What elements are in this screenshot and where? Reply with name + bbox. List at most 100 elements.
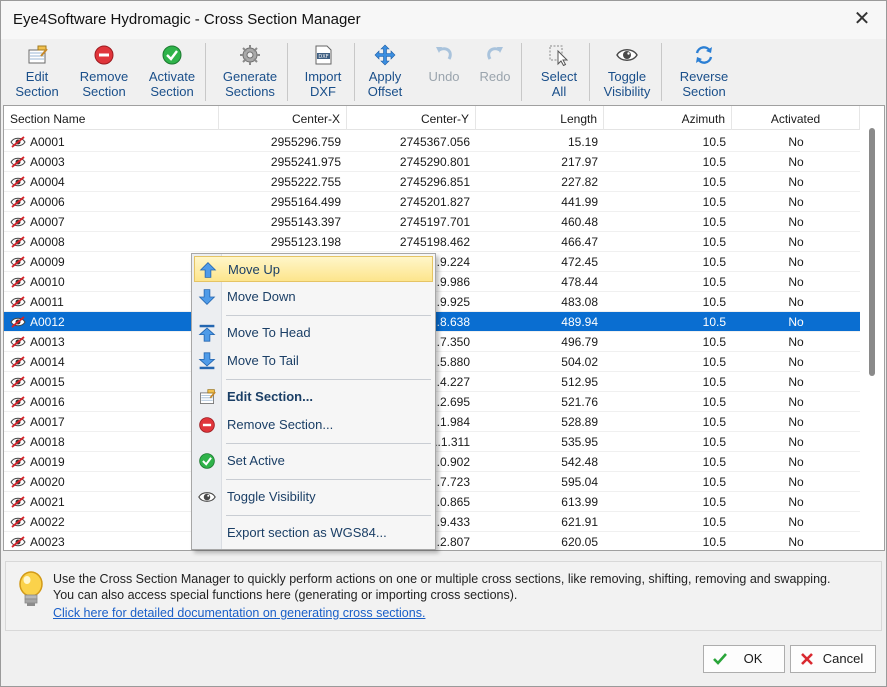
cell-azimuth: 10.5 (702, 195, 726, 209)
table-row[interactable]: A0001 2955296.759 2745367.056 15.19 10.5 No (4, 132, 860, 152)
cell-length: 620.05 (561, 535, 598, 549)
column-header-activated[interactable]: Activated (732, 106, 860, 130)
cell-activated: No (788, 135, 804, 149)
undo-toolbar-button[interactable]: Undo (421, 41, 467, 101)
select-toolbar-button[interactable]: Select All (531, 41, 587, 101)
cell-center-y: 2745198.462 (399, 235, 470, 249)
cell-azimuth: 10.5 (702, 135, 726, 149)
import-toolbar-button[interactable]: DXF Import DXF (294, 41, 352, 101)
cell-section-name: A0009 (30, 255, 65, 269)
cell-length: 496.79 (561, 335, 598, 349)
table-row[interactable]: A0004 2955222.755 2745296.851 227.82 10.5 No (4, 172, 860, 192)
reverse-label-line1: Reverse (679, 69, 729, 84)
cell-azimuth: 10.5 (702, 175, 726, 189)
reverse-toolbar-button[interactable]: Reverse Section (669, 41, 739, 101)
cell-center-y: 2745367.056 (399, 135, 470, 149)
offset-toolbar-button[interactable]: Apply Offset (357, 41, 413, 101)
cell-azimuth: 10.5 (702, 535, 726, 549)
ok-button[interactable]: OK (703, 645, 785, 673)
generate-toolbar-button[interactable]: Generate Sections (215, 41, 285, 101)
toolbar-separator (354, 43, 355, 101)
menu-item-label: Export section as WGS84... (227, 525, 387, 540)
cell-azimuth: 10.5 (702, 475, 726, 489)
column-header-section-name[interactable]: Section Name (4, 106, 219, 130)
gear-icon (240, 45, 260, 65)
visibility-toolbar-button[interactable]: Toggle Visibility (595, 41, 659, 101)
redo-label-line1: Redo (479, 69, 511, 84)
cell-activated: No (788, 155, 804, 169)
menu-item-move-down[interactable]: Move Down (194, 284, 433, 310)
menu-item-move-to-head[interactable]: Move To Head (194, 320, 433, 346)
menu-item-label: Move To Head (227, 325, 311, 340)
select-label-line2: All (551, 84, 567, 99)
toolbar-separator (205, 43, 206, 101)
cell-length: 613.99 (561, 495, 598, 509)
cell-azimuth: 10.5 (702, 295, 726, 309)
remove-toolbar-button[interactable]: Remove Section (71, 41, 137, 101)
cell-section-name: A0012 (30, 315, 65, 329)
activate-toolbar-button[interactable]: Activate Section (141, 41, 203, 101)
menu-item-move-up[interactable]: Move Up (194, 256, 433, 282)
menu-item-label: Toggle Visibility (227, 489, 316, 504)
menu-separator (226, 315, 431, 316)
documentation-link[interactable]: Click here for detailed documentation on… (53, 606, 425, 620)
table-row[interactable]: A0008 2955123.198 2745198.462 466.47 10.5 No (4, 232, 860, 252)
cell-section-name: A0017 (30, 415, 65, 429)
column-header-azimuth[interactable]: Azimuth (604, 106, 732, 130)
generate-label-line1: Generate (222, 69, 278, 84)
offset-label-line2: Offset (367, 84, 403, 99)
cell-center-y: 2745296.851 (399, 175, 470, 189)
redo-toolbar-button[interactable]: Redo (471, 41, 519, 101)
menu-item-export-section-as-wgs84[interactable]: Export section as WGS84... (194, 520, 433, 546)
cell-length: 472.45 (561, 255, 598, 269)
vertical-scrollbar[interactable] (860, 106, 884, 550)
arrow-down-icon (198, 289, 216, 305)
edit-label-line1: Edit (25, 69, 49, 84)
menu-item-edit-section[interactable]: Edit Section... (194, 384, 433, 410)
ok-label: OK (743, 651, 763, 666)
scrollbar-thumb[interactable] (869, 128, 875, 376)
cell-azimuth: 10.5 (702, 275, 726, 289)
undo-icon (436, 47, 452, 60)
menu-item-move-to-tail[interactable]: Move To Tail (194, 348, 433, 374)
menu-item-remove-section[interactable]: Remove Section... (194, 412, 433, 438)
import-label-line2: DXF (310, 84, 336, 99)
cell-azimuth: 10.5 (702, 515, 726, 529)
cell-section-name: A0014 (30, 355, 65, 369)
table-row[interactable]: A0006 2955164.499 2745201.827 441.99 10.5 No (4, 192, 860, 212)
remove-icon (94, 45, 114, 65)
menu-item-set-active[interactable]: Set Active (194, 448, 433, 474)
edit-toolbar-button[interactable]: Edit Section (6, 41, 68, 101)
offset-label-line1: Apply (368, 69, 402, 84)
cell-azimuth: 10.5 (702, 235, 726, 249)
column-header-length[interactable]: Length (476, 106, 604, 130)
close-button[interactable]: ✕ (850, 9, 874, 31)
menu-item-toggle-visibility[interactable]: Toggle Visibility (194, 484, 433, 510)
menu-item-label: Move Down (227, 289, 296, 304)
context-menu: Move Up Move Down Move To Head Move To Tail… (191, 253, 436, 550)
cross-section-manager-window: Eye4Software Hydromagic - Cross Section … (0, 0, 887, 687)
menu-separator (226, 479, 431, 480)
column-header-center-x[interactable]: Center-X (219, 106, 347, 130)
cell-length: 621.91 (561, 515, 598, 529)
cell-section-name: A0018 (30, 435, 65, 449)
cancel-button[interactable]: Cancel (790, 645, 876, 673)
menu-separator (226, 515, 431, 516)
cell-azimuth: 10.5 (702, 315, 726, 329)
cell-activated: No (788, 175, 804, 189)
title-bar: Eye4Software Hydromagic - Cross Section … (1, 1, 886, 39)
sections-table[interactable]: Section Name Center-X Center-Y Length Azimut… (3, 105, 885, 551)
table-row[interactable]: A0003 2955241.975 2745290.801 217.97 10.5 No (4, 152, 860, 172)
cell-activated: No (788, 435, 804, 449)
select-all-icon (549, 45, 569, 66)
column-header-center-y[interactable]: Center-Y (347, 106, 476, 130)
cell-activated: No (788, 275, 804, 289)
cell-azimuth: 10.5 (702, 395, 726, 409)
remove-icon (199, 417, 215, 433)
cell-section-name: A0022 (30, 515, 65, 529)
cell-activated: No (788, 395, 804, 409)
cell-azimuth: 10.5 (702, 255, 726, 269)
cell-center-y: 2745290.801 (399, 155, 470, 169)
table-row[interactable]: A0007 2955143.397 2745197.701 460.48 10.5 No (4, 212, 860, 232)
cell-activated: No (788, 195, 804, 209)
